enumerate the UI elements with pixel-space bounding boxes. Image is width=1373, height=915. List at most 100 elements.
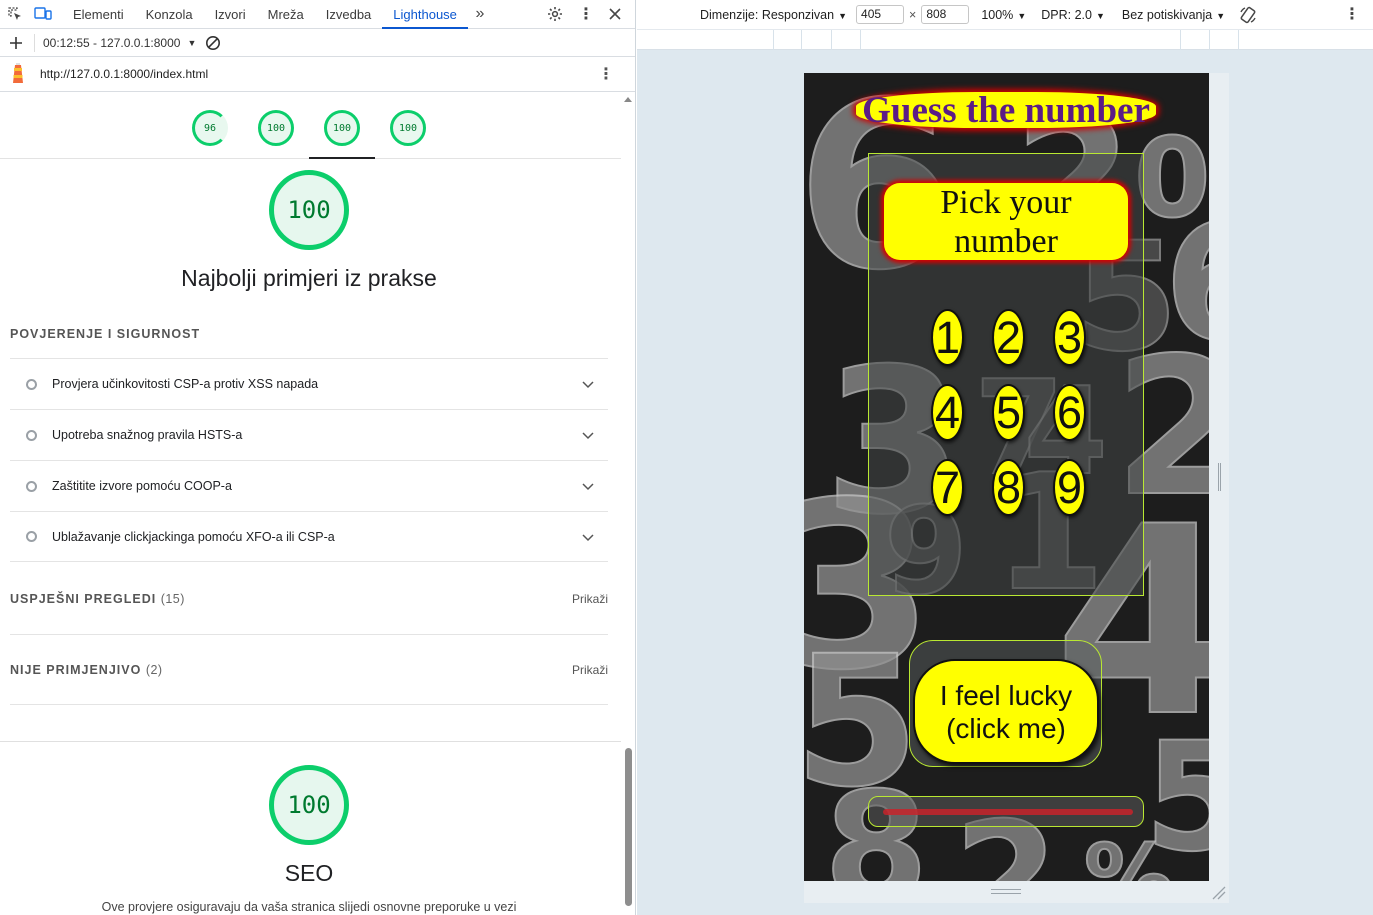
pick-line-1: Pick your bbox=[940, 183, 1072, 221]
inspect-element-icon[interactable] bbox=[3, 2, 27, 26]
tab-lighthouse[interactable]: Lighthouse bbox=[382, 0, 468, 29]
show-button[interactable]: Prikaži bbox=[572, 592, 608, 606]
zoom-label: 100% bbox=[981, 7, 1014, 22]
game-title: Guess the number bbox=[856, 90, 1156, 131]
audit-label: Ublažavanje clickjackinga pomoću XFO-a i… bbox=[52, 529, 335, 544]
dpr-dropdown[interactable]: DPR: 2.0 ▼ bbox=[1041, 8, 1105, 22]
dpr-label: DPR: 2.0 bbox=[1041, 7, 1092, 22]
lighthouse-toolbar: 00:12:55 - 127.0.0.1:8000 ▼ bbox=[0, 29, 635, 57]
expand-chevron-icon[interactable] bbox=[580, 478, 596, 494]
chevron-down-icon: ▼ bbox=[1216, 10, 1226, 21]
lucky-line-1: I feel lucky bbox=[939, 679, 1073, 711]
rotate-icon[interactable] bbox=[1238, 5, 1258, 25]
clump-count: (2) bbox=[145, 662, 163, 677]
chevron-down-icon: ▼ bbox=[1017, 10, 1027, 21]
number-button-2[interactable]: 2 bbox=[992, 309, 1025, 366]
expand-chevron-icon[interactable] bbox=[580, 376, 596, 392]
category-title: Najbolji primjeri iz prakse bbox=[181, 265, 437, 291]
viewport-resize-handle-right[interactable] bbox=[1209, 73, 1229, 881]
number-button-8[interactable]: 8 bbox=[992, 459, 1025, 516]
score-gauges-bar: 96 100 100 100 bbox=[0, 92, 635, 159]
audit-group-title: POVJERENJE I SIGURNOST bbox=[10, 327, 201, 341]
report-menu-icon[interactable]: ⋮ bbox=[598, 64, 614, 84]
number-button-6[interactable]: 6 bbox=[1053, 384, 1086, 441]
dimension-separator: × bbox=[909, 7, 917, 22]
audit-row[interactable]: Zaštitite izvore pomoću COOP-a bbox=[10, 460, 608, 511]
media-query-ruler[interactable] bbox=[637, 29, 1373, 50]
clear-all-icon[interactable] bbox=[201, 31, 225, 55]
pick-line-2: number bbox=[954, 222, 1058, 260]
audit-status-icon bbox=[26, 480, 37, 492]
more-tabs-icon[interactable]: » bbox=[468, 2, 492, 26]
audit-row[interactable]: Ublažavanje clickjackinga pomoću XFO-a i… bbox=[10, 511, 608, 562]
close-icon[interactable] bbox=[603, 2, 627, 26]
clump-title-text: USPJEŠNI PREGLEDI bbox=[10, 591, 157, 606]
dimensions-label: Dimenzije: Responzivan bbox=[700, 7, 835, 22]
zoom-dropdown[interactable]: 100% ▼ bbox=[981, 8, 1026, 22]
seo-title: SEO bbox=[284, 860, 334, 886]
active-gauge-indicator bbox=[309, 157, 375, 159]
audit-label: Provjera učinkovitosti CSP-a protiv XSS … bbox=[52, 377, 319, 391]
lighthouse-logo-icon bbox=[8, 62, 28, 86]
clump-title: NIJE PRIMJENJIVO (2) bbox=[10, 663, 163, 677]
tab-konzola[interactable]: Konzola bbox=[135, 0, 204, 29]
game-container: Pick your number 1 2 3 4 5 6 7 8 9 bbox=[868, 153, 1144, 596]
clump-title-text: NIJE PRIMJENJIVO bbox=[10, 662, 142, 677]
expand-chevron-icon[interactable] bbox=[580, 529, 596, 545]
device-more-options-icon[interactable]: ⋮ bbox=[1344, 4, 1360, 24]
audit-status-icon bbox=[26, 531, 37, 542]
seo-description: Ove provjere osiguravaju da vaša stranic… bbox=[101, 900, 517, 914]
viewport-resize-corner-icon[interactable] bbox=[1209, 881, 1229, 903]
clump-count: (15) bbox=[160, 591, 185, 606]
number-button-4[interactable]: 4 bbox=[931, 384, 964, 441]
pick-prompt: Pick your number bbox=[884, 183, 1128, 260]
tab-elementi[interactable]: Elementi bbox=[62, 0, 135, 29]
chevron-down-icon[interactable]: ▼ bbox=[187, 38, 196, 48]
category-score-gauge: 100 bbox=[269, 170, 349, 250]
lucky-line-2: (click me) bbox=[946, 712, 1066, 744]
audit-row[interactable]: Upotreba snažnog pravila HSTS-a bbox=[10, 409, 608, 460]
report-url-bar: http://127.0.0.1:8000/index.html ⋮ bbox=[0, 57, 635, 92]
tab-mreza[interactable]: Mreža bbox=[257, 0, 315, 29]
devtools-tabbar: Elementi Konzola Izvori Mreža Izvedba Li… bbox=[0, 0, 635, 29]
seo-score-gauge: 100 bbox=[269, 765, 349, 845]
number-button-5[interactable]: 5 bbox=[992, 384, 1025, 441]
height-input[interactable]: 808 bbox=[921, 5, 970, 24]
number-button-7[interactable]: 7 bbox=[931, 459, 964, 516]
score-gauge-performance[interactable]: 96 bbox=[192, 110, 228, 146]
viewport-resize-handle-bottom[interactable] bbox=[804, 881, 1209, 903]
new-report-plus-icon[interactable] bbox=[4, 31, 28, 55]
dimensions-dropdown[interactable]: Dimenzije: Responzivan ▼ bbox=[700, 8, 847, 22]
device-toggle-icon[interactable] bbox=[31, 2, 55, 26]
tab-izvori[interactable]: Izvori bbox=[204, 0, 257, 29]
lucky-container: I feel lucky (click me) bbox=[909, 640, 1102, 767]
audit-row[interactable]: Provjera učinkovitosti CSP-a protiv XSS … bbox=[10, 358, 608, 409]
report-selector[interactable]: 00:12:55 - 127.0.0.1:8000 bbox=[43, 36, 180, 50]
chevron-down-icon: ▼ bbox=[1095, 10, 1105, 21]
scrollbar-thumb[interactable] bbox=[625, 748, 632, 906]
number-button-9[interactable]: 9 bbox=[1053, 459, 1086, 516]
score-gauge-accessibility[interactable]: 100 bbox=[258, 110, 294, 146]
not-applicable-clump[interactable]: NIJE PRIMJENJIVO (2) Prikaži bbox=[10, 634, 608, 705]
result-area bbox=[868, 796, 1144, 827]
score-gauge-seo[interactable]: 100 bbox=[390, 110, 426, 146]
result-bar bbox=[883, 809, 1133, 815]
passed-audits-clump[interactable]: USPJEŠNI PREGLEDI (15) Prikaži bbox=[10, 563, 608, 634]
number-button-3[interactable]: 3 bbox=[1053, 309, 1086, 366]
feel-lucky-button[interactable]: I feel lucky (click me) bbox=[913, 659, 1099, 764]
report-scrollbar[interactable] bbox=[621, 93, 635, 915]
expand-chevron-icon[interactable] bbox=[580, 427, 596, 443]
number-button-1[interactable]: 1 bbox=[931, 309, 964, 366]
width-input[interactable]: 405 bbox=[856, 5, 905, 24]
settings-gear-icon[interactable] bbox=[543, 2, 567, 26]
report-url: http://127.0.0.1:8000/index.html bbox=[40, 67, 209, 81]
clump-title: USPJEŠNI PREGLEDI (15) bbox=[10, 592, 185, 606]
kebab-menu-icon[interactable]: ⋮ bbox=[574, 2, 598, 26]
score-gauge-best-practices[interactable]: 100 bbox=[324, 110, 360, 146]
throttling-label: Bez potiskivanja bbox=[1121, 7, 1213, 22]
throttling-dropdown[interactable]: Bez potiskivanja ▼ bbox=[1122, 8, 1225, 22]
tab-izvedba[interactable]: Izvedba bbox=[315, 0, 383, 29]
scroll-up-arrow-icon[interactable] bbox=[624, 97, 632, 102]
section-divider bbox=[0, 741, 622, 742]
show-button[interactable]: Prikaži bbox=[572, 663, 608, 677]
